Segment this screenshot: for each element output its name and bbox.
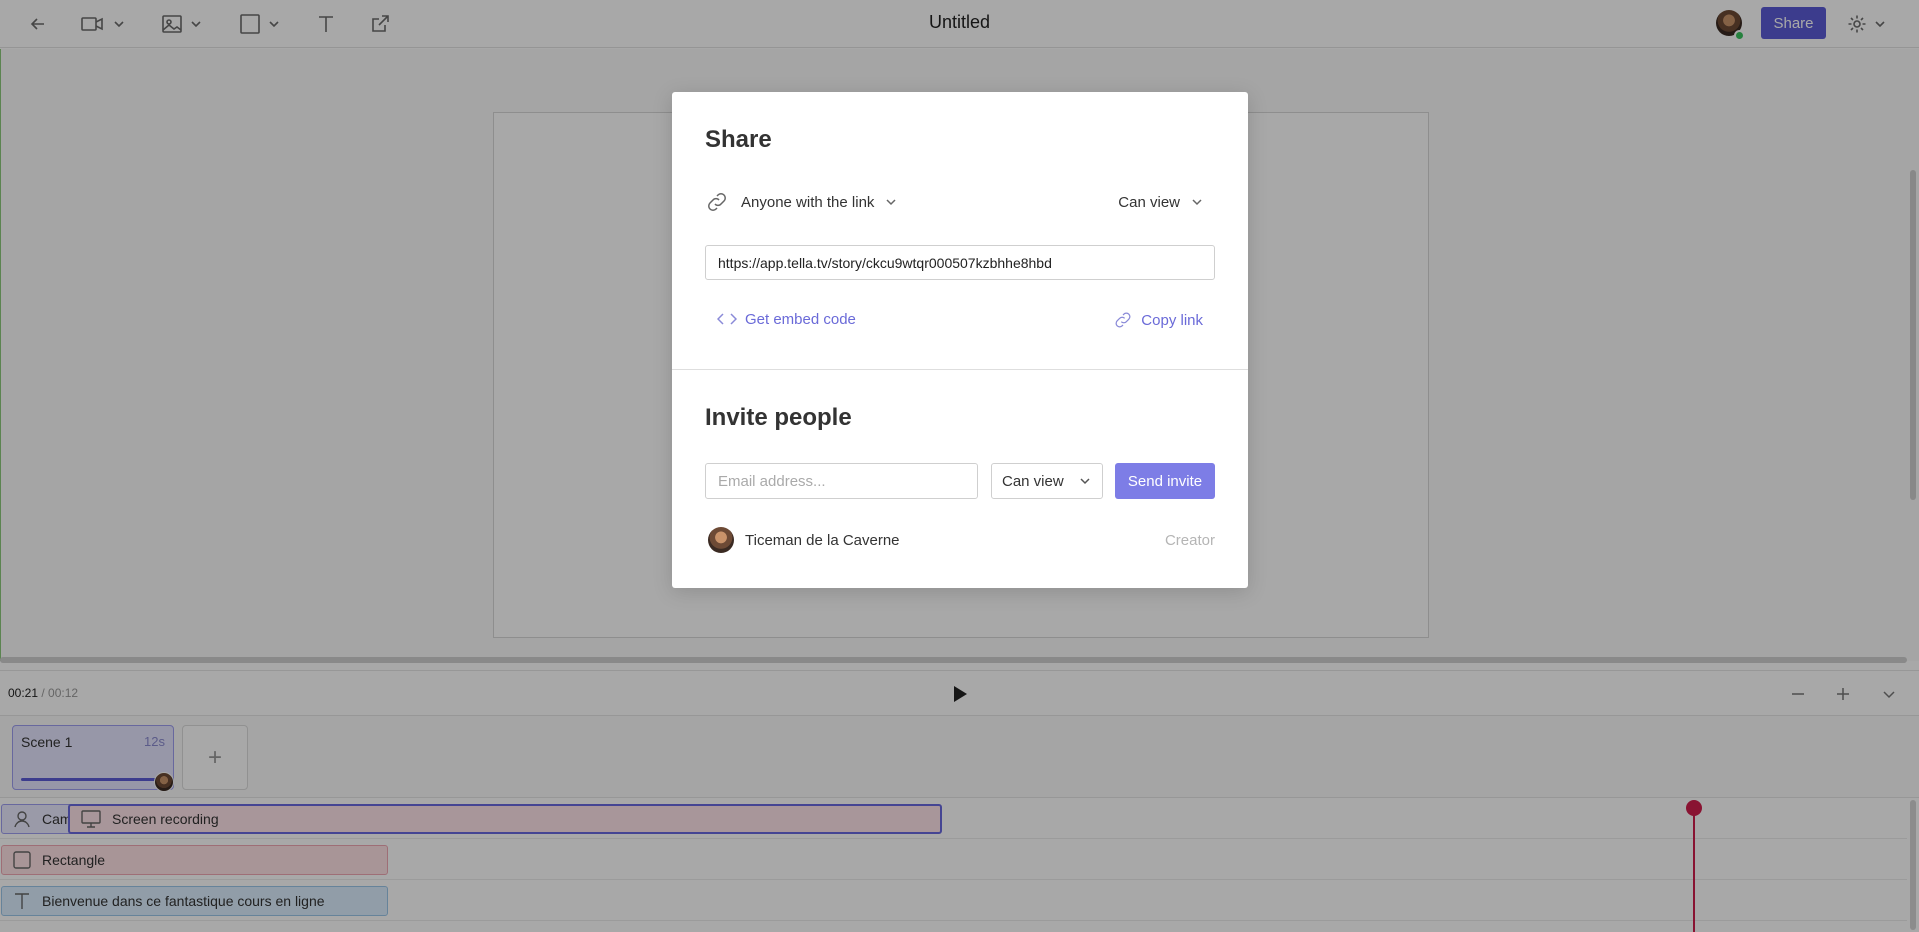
invite-role-dropdown[interactable]: Can view xyxy=(991,463,1103,499)
chevron-down-icon xyxy=(886,199,896,206)
chevron-down-icon xyxy=(1192,199,1202,206)
member-name: Ticeman de la Caverne xyxy=(745,532,900,549)
avatar xyxy=(708,527,734,553)
share-url-field[interactable] xyxy=(705,245,1215,280)
member-role: Creator xyxy=(1164,532,1215,549)
email-field[interactable] xyxy=(705,463,978,499)
link-icon xyxy=(1115,312,1131,328)
send-invite-button[interactable]: Send invite xyxy=(1115,463,1215,499)
link-access-dropdown[interactable]: Anyone with the link xyxy=(705,190,898,214)
link-permission-label: Can view xyxy=(1118,193,1180,211)
embed-label: Get embed code xyxy=(745,310,856,328)
copy-link-label: Copy link xyxy=(1141,311,1203,329)
link-permission-dropdown[interactable]: Can view xyxy=(1118,190,1204,214)
divider xyxy=(672,369,1248,370)
chevron-down-icon xyxy=(1080,478,1090,485)
invite-people-title: Invite people xyxy=(705,404,852,431)
get-embed-code-link[interactable]: Get embed code xyxy=(717,310,856,328)
code-icon xyxy=(717,313,737,325)
link-access-label: Anyone with the link xyxy=(741,193,875,211)
copy-link-button[interactable]: Copy link xyxy=(1113,310,1203,330)
link-icon xyxy=(708,193,726,211)
share-dialog: Share Anyone with the link Can view Get … xyxy=(672,92,1248,588)
invite-role-label: Can view xyxy=(1002,472,1064,490)
share-dialog-title: Share xyxy=(705,126,772,153)
